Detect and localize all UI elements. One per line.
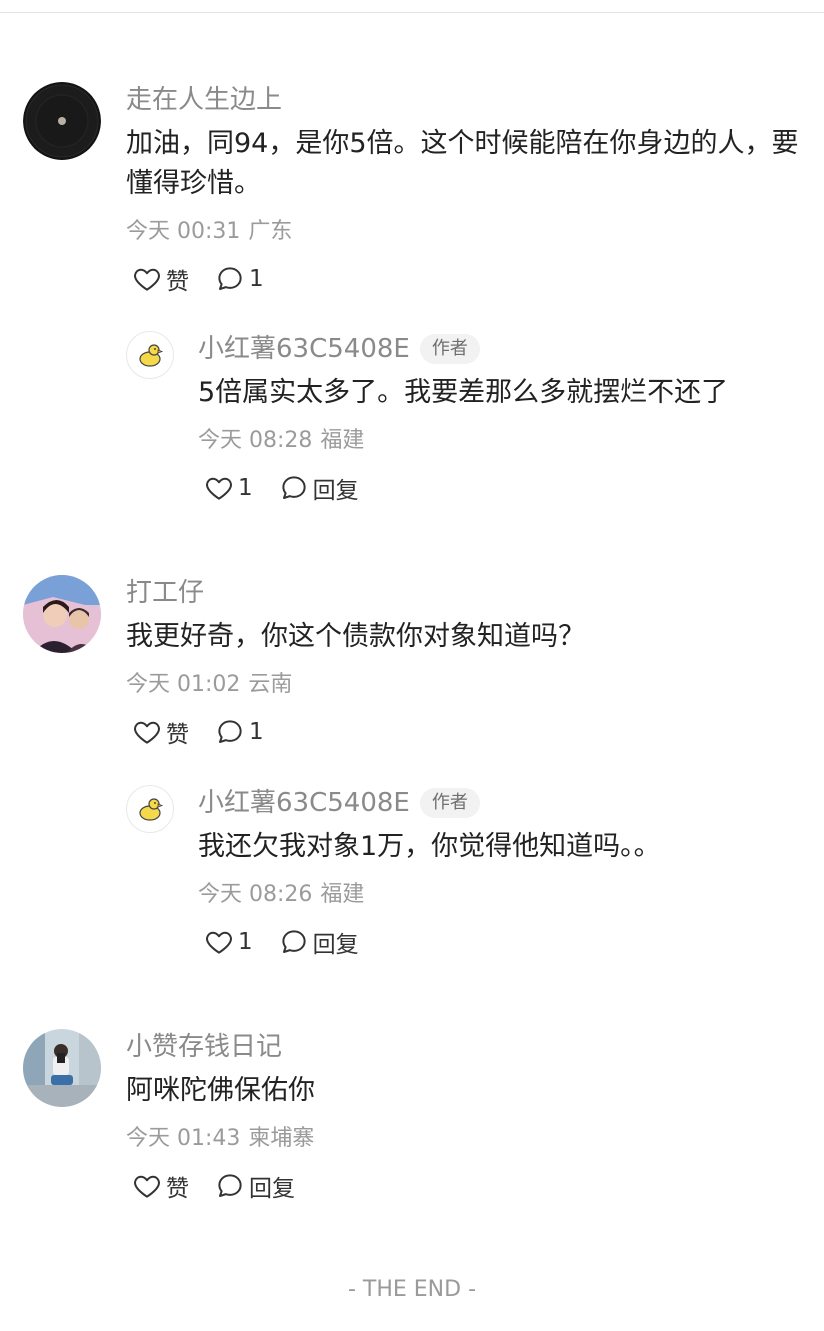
- comment-meta: 今天 01:02 云南: [126, 669, 800, 701]
- comment-meta: 今天 00:31 广东: [126, 216, 800, 248]
- avatar[interactable]: [126, 331, 174, 379]
- speech-bubble-icon: [218, 1174, 242, 1197]
- comment-text: 加油，同94，是你5倍。这个时候能陪在你身边的人，要懂得珍惜。: [126, 128, 799, 199]
- comment-time: 今天 00:31: [126, 219, 241, 244]
- reply-time: 今天 08:26: [198, 882, 313, 907]
- reply-text: 5倍属实太多了。我要差那么多就摆烂不还了: [198, 377, 729, 408]
- reply-time: 今天 08:28: [198, 428, 313, 453]
- comment-actions: 赞 1: [126, 715, 800, 749]
- comment-location: 云南: [248, 672, 293, 697]
- speech-bubble-icon: [282, 930, 306, 953]
- reply-button[interactable]: 1: [215, 264, 264, 294]
- speech-bubble-icon: [218, 720, 242, 743]
- reply-location: 福建: [320, 428, 365, 453]
- comment-location: 柬埔寨: [248, 1126, 315, 1151]
- reply-body: 小红薯63C5408E 作者 我还欠我对象1万，你觉得他知道吗。。 今天 08:…: [198, 785, 800, 959]
- like-button[interactable]: 1: [204, 927, 253, 957]
- reply-label: 回复: [312, 932, 359, 958]
- reply-actions: 1 回复: [198, 925, 800, 959]
- comment-meta: 今天 01:43 柬埔寨: [126, 1123, 800, 1155]
- reply-body: 小红薯63C5408E 作者 5倍属实太多了。我要差那么多就摆烂不还了 今天 0…: [198, 331, 800, 505]
- comment-text: 阿咪陀佛保佑你: [126, 1075, 315, 1106]
- author-badge: 作者: [419, 334, 480, 364]
- reply-text: 我还欠我对象1万，你觉得他知道吗。。: [198, 831, 661, 862]
- reply-button[interactable]: 回复: [215, 1169, 295, 1203]
- reply-button[interactable]: 回复: [279, 925, 359, 959]
- like-label: 赞: [166, 1176, 189, 1202]
- comment-body: 打工仔 我更好奇，你这个债款你对象知道吗？ 今天 01:02 云南 赞 1: [126, 575, 800, 749]
- heart-outline-icon: [134, 268, 160, 291]
- comment-time: 今天 01:02: [126, 672, 241, 697]
- heart-outline-icon: [206, 931, 232, 954]
- reply-meta: 今天 08:26 福建: [198, 879, 800, 911]
- duck-avatar-icon: [139, 798, 164, 821]
- reply-button[interactable]: 回复: [279, 471, 359, 505]
- comment-author[interactable]: 小赞存钱日记: [126, 1029, 282, 1065]
- end-marker: - THE END -: [347, 1277, 477, 1302]
- author-badge: 作者: [419, 788, 480, 818]
- speech-bubble-icon: [282, 476, 306, 499]
- like-label: 赞: [166, 269, 189, 295]
- comment-actions: 赞 回复: [126, 1169, 800, 1203]
- avatar-image: [23, 82, 101, 160]
- heart-outline-icon: [134, 1175, 160, 1198]
- reply-author[interactable]: 小红薯63C5408E: [198, 785, 410, 821]
- duck-avatar-icon: [139, 344, 164, 367]
- like-count: 1: [238, 929, 253, 955]
- like-count: 1: [238, 475, 253, 501]
- like-button[interactable]: 1: [204, 473, 253, 503]
- comment-body: 小赞存钱日记 阿咪陀佛保佑你 今天 01:43 柬埔寨 赞 回复: [126, 1029, 800, 1203]
- like-label: 赞: [166, 722, 189, 748]
- comment-actions: 赞 1: [126, 262, 800, 296]
- comment-author[interactable]: 打工仔: [126, 575, 204, 611]
- reply-actions: 1 回复: [198, 471, 800, 505]
- reply-count: 1: [249, 719, 264, 745]
- reply-label: 回复: [249, 1176, 295, 1202]
- reply-count: 1: [249, 266, 264, 292]
- comment-location: 广东: [248, 219, 293, 244]
- top-divider: [0, 12, 824, 13]
- speech-bubble-icon: [218, 267, 242, 290]
- comment-time: 今天 01:43: [126, 1126, 241, 1151]
- avatar[interactable]: [126, 785, 174, 833]
- avatar[interactable]: [23, 1029, 101, 1107]
- like-button[interactable]: 赞: [132, 715, 189, 749]
- heart-outline-icon: [206, 477, 232, 500]
- avatar[interactable]: [23, 575, 101, 653]
- like-button[interactable]: 赞: [132, 1169, 189, 1203]
- reply-location: 福建: [320, 882, 365, 907]
- reply-button[interactable]: 1: [215, 717, 264, 747]
- reply-meta: 今天 08:28 福建: [198, 425, 800, 457]
- avatar[interactable]: [23, 82, 101, 160]
- reply-label: 回复: [312, 478, 359, 504]
- avatar-image: [23, 575, 101, 653]
- heart-outline-icon: [134, 721, 160, 744]
- comment-author[interactable]: 走在人生边上: [126, 82, 282, 118]
- avatar-image: [23, 1029, 101, 1107]
- comment-text: 我更好奇，你这个债款你对象知道吗？: [126, 621, 585, 652]
- comment-body: 走在人生边上 加油，同94，是你5倍。这个时候能陪在你身边的人，要懂得珍惜。 今…: [126, 82, 800, 296]
- reply-author[interactable]: 小红薯63C5408E: [198, 331, 410, 367]
- like-button[interactable]: 赞: [132, 262, 189, 296]
